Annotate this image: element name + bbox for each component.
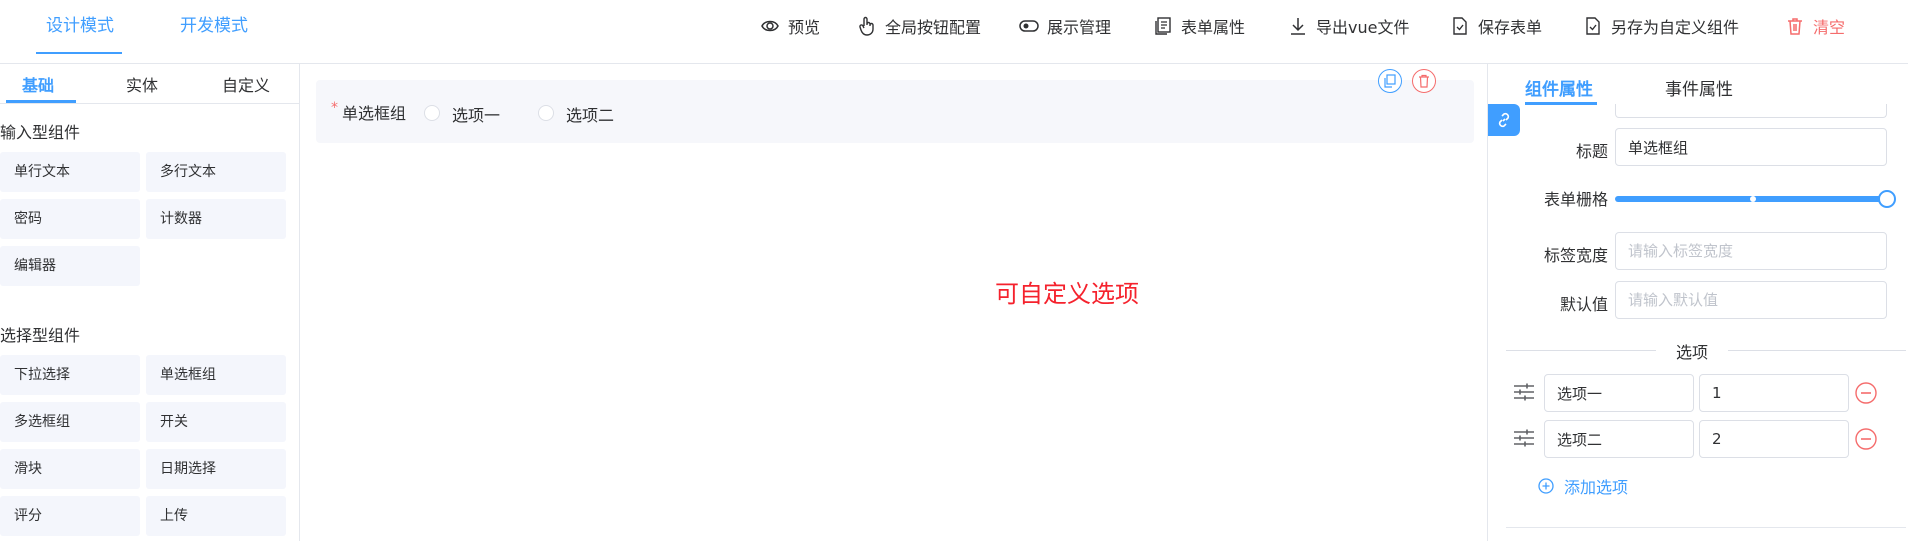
tab-dev-mode[interactable]: 开发模式 [180,0,248,54]
display-manage-label: 展示管理 [1047,18,1112,37]
save-form-button[interactable]: 保存表单 [1450,14,1542,38]
tab-custom[interactable]: 自定义 [222,72,270,96]
component-checkbox-group[interactable]: 多选框组 [0,402,140,442]
drag-handle-icon[interactable] [1513,428,1535,448]
radio-option-2-label[interactable]: 选项二 [566,102,614,126]
download-icon [1291,18,1305,35]
radio-option-1-label[interactable]: 选项一 [452,102,500,126]
span-label: 表单栅格 [1543,190,1608,209]
save-as-custom-button[interactable]: 另存为自定义组件 [1583,14,1739,38]
component-slider[interactable]: 滑块 [0,449,140,489]
component-radio-group[interactable]: 单选框组 [146,355,286,395]
component-upload[interactable]: 上传 [146,496,286,536]
remove-option-2-icon[interactable] [1855,428,1877,450]
delete-item-button[interactable] [1412,69,1436,93]
form-properties-label: 表单属性 [1181,18,1246,37]
document-link-button[interactable] [1488,104,1520,136]
save-form-label: 保存表单 [1478,18,1543,37]
global-buttons-config-button[interactable]: 全局按钮配置 [857,14,981,38]
display-manage-button[interactable]: 展示管理 [1019,14,1111,38]
add-option-button[interactable]: 添加选项 [1538,474,1628,498]
active-tab-indicator [6,100,76,103]
copy-item-button[interactable] [1378,69,1402,93]
document-check-icon [1453,17,1467,35]
tab-event-properties[interactable]: 事件属性 [1665,75,1733,100]
label-width-input[interactable] [1615,232,1887,270]
panel-bottom-divider [1506,527,1906,528]
component-rate[interactable]: 评分 [0,496,140,536]
export-vue-label: 导出vue文件 [1316,18,1410,37]
slider-thumb[interactable] [1878,190,1896,208]
option-1-value-input[interactable] [1699,374,1849,412]
document-check-icon [1586,17,1600,35]
active-tab-indicator [1525,102,1597,105]
properties-panel: 组件属性 事件属性 标题 表单栅格 标签宽度 默认值 选项 添加选项 [1487,64,1908,541]
link-icon [1498,112,1510,128]
trash-icon [1419,74,1429,88]
palette-tabs: 基础 实体 自定义 [0,64,299,104]
canvas-message: 可自定义选项 [995,280,1139,308]
plus-circle-icon [1538,478,1554,494]
clear-label: 清空 [1813,18,1846,37]
drag-handle-icon[interactable] [1513,382,1535,402]
option-2-value-input[interactable] [1699,420,1849,458]
default-value-input[interactable] [1615,281,1887,319]
input-group-title: 输入型组件 [0,123,81,142]
option-2-label-input[interactable] [1544,420,1694,458]
component-counter[interactable]: 计数器 [146,199,286,239]
title-label: 标题 [1575,142,1608,161]
slider-stop [1750,196,1756,202]
remove-option-1-icon[interactable] [1855,382,1877,404]
component-palette: 基础 实体 自定义 输入型组件 单行文本 多行文本 密码 计数器 编辑器 选择型… [0,64,300,541]
tab-design-mode[interactable]: 设计模式 [36,0,122,54]
component-date-picker[interactable]: 日期选择 [146,449,286,489]
component-editor[interactable]: 编辑器 [0,246,140,286]
default-value-label: 默认值 [1559,295,1608,314]
component-password[interactable]: 密码 [0,199,140,239]
eye-icon [761,20,779,32]
toggle-icon [1019,20,1039,32]
required-asterisk: * [331,100,338,116]
option-1-label-input[interactable] [1544,374,1694,412]
save-as-custom-label: 另存为自定义组件 [1611,18,1740,37]
form-canvas: * 单选框组 选项一 选项二 可自定义选项 [300,64,1487,541]
trash-icon [1788,18,1802,35]
tab-component-properties[interactable]: 组件属性 [1525,75,1593,100]
preview-button[interactable]: 预览 [760,14,820,38]
component-switch[interactable]: 开关 [146,402,286,442]
tab-entity[interactable]: 实体 [126,72,158,96]
span-slider[interactable] [1615,190,1896,208]
radio-option-1[interactable] [424,105,440,121]
export-vue-button[interactable]: 导出vue文件 [1288,14,1409,38]
component-dropdown-select[interactable]: 下拉选择 [0,355,140,395]
form-item-label: 单选框组 [342,104,407,123]
tab-basic[interactable]: 基础 [22,72,54,96]
top-bar: 设计模式 开发模式 预览 全局按钮配置 展示管理 表单属性 导出vue文件 保存… [0,0,1908,64]
component-single-line-text[interactable]: 单行文本 [0,152,140,192]
global-buttons-label: 全局按钮配置 [885,18,982,37]
form-properties-button[interactable]: 表单属性 [1153,14,1245,38]
label-width-label: 标签宽度 [1543,246,1608,265]
clear-button[interactable]: 清空 [1785,14,1845,38]
component-multi-line-text[interactable]: 多行文本 [146,152,286,192]
radio-option-2[interactable] [538,105,554,121]
title-input[interactable] [1615,128,1887,166]
radio-group-form-item[interactable]: * 单选框组 选项一 选项二 [316,69,1474,143]
add-option-label: 添加选项 [1564,478,1629,497]
hand-pointer-icon [859,16,874,36]
options-title: 选项 [1656,339,1729,363]
copy-icon [1384,74,1396,88]
clipped-input-above [1615,104,1887,118]
select-group-title: 选择型组件 [0,326,81,345]
copy-document-icon [1155,17,1171,35]
preview-label: 预览 [788,18,821,37]
